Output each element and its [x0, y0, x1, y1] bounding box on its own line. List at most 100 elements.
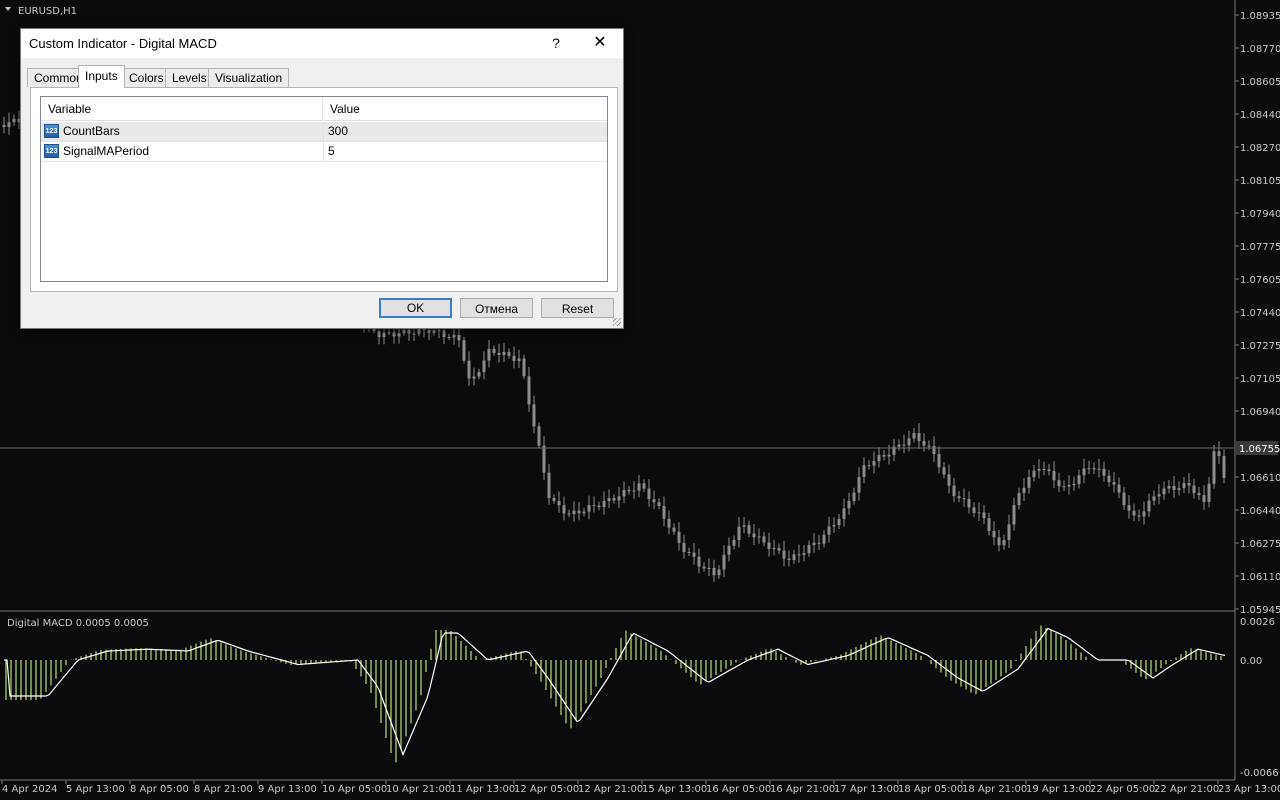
macd-axis: 0.0026 0.00 -0.0066 — [1240, 617, 1279, 779]
candle-body — [712, 568, 716, 576]
candle-body — [572, 510, 576, 515]
time-tick-label: 22 Apr 21:00 — [1154, 784, 1219, 795]
time-tick-label: 22 Apr 05:00 — [1090, 784, 1155, 795]
input-row-signalmaperiod[interactable]: 123 SignalMAPeriod 5 — [41, 142, 607, 162]
dialog-titlebar[interactable]: Custom Indicator - Digital MACD ? ✕ — [21, 29, 623, 58]
reset-button[interactable]: Reset — [541, 298, 614, 318]
candle-body — [912, 432, 916, 439]
price-tick-label: 1.07775 — [1240, 242, 1280, 253]
price-tick-label: 1.08270 — [1240, 143, 1280, 154]
candle-body — [467, 360, 471, 379]
numeric-123-icon: 123 — [44, 144, 59, 158]
candle-body — [487, 348, 491, 361]
input-value[interactable]: 300 — [324, 122, 348, 141]
cancel-button[interactable]: Отмена — [460, 298, 533, 318]
candle-body — [662, 505, 666, 519]
candle-body — [552, 497, 556, 501]
candle-body — [1047, 469, 1051, 472]
dialog-title: Custom Indicator - Digital MACD — [29, 36, 217, 51]
candle-body — [952, 485, 956, 497]
close-button[interactable]: ✕ — [587, 32, 613, 54]
tab-colors[interactable]: Colors — [122, 68, 171, 87]
candle-body — [732, 539, 736, 546]
column-header-value[interactable]: Value — [324, 97, 607, 121]
input-row-countbars[interactable]: 123 CountBars 300 — [41, 122, 607, 142]
candle-body — [612, 498, 616, 501]
candle-body — [1002, 540, 1006, 546]
tab-levels[interactable]: Levels — [165, 68, 214, 87]
candle-body — [927, 445, 931, 447]
column-header-variable[interactable]: Variable — [41, 97, 323, 121]
price-tick-label: 1.07940 — [1240, 209, 1280, 220]
candle-body — [677, 531, 681, 543]
price-tick-label: 1.07105 — [1240, 374, 1280, 385]
candle-body — [1012, 505, 1016, 525]
candle-body — [902, 444, 906, 446]
candle-body — [1157, 494, 1161, 497]
price-tick-label: 1.08770 — [1240, 44, 1280, 55]
candle-body — [2, 125, 6, 127]
candle-body — [747, 525, 751, 534]
time-tick-label: 8 Apr 21:00 — [194, 784, 253, 795]
candle-body — [882, 455, 886, 457]
candle-body — [1017, 493, 1021, 506]
candle-body — [522, 358, 526, 377]
candle-body — [1032, 470, 1036, 478]
price-tick-label: 1.06940 — [1240, 407, 1280, 418]
candle-body — [1192, 485, 1196, 494]
candle-body — [847, 500, 851, 509]
candle-body — [557, 500, 561, 506]
candle-body — [672, 527, 676, 532]
macd-histogram — [5, 625, 1222, 763]
candle-body — [427, 330, 431, 334]
time-tick-label: 23 Apr 13:00 — [1218, 784, 1280, 795]
tab-visualization[interactable]: Visualization — [208, 68, 290, 87]
candle-body — [812, 542, 816, 546]
candle-body — [582, 511, 586, 514]
input-value[interactable]: 5 — [324, 142, 335, 161]
candle-body — [412, 333, 416, 335]
candle-body — [627, 490, 631, 492]
candle-body — [607, 498, 611, 502]
price-tick-label: 1.07440 — [1240, 308, 1280, 319]
candle-body — [742, 525, 746, 527]
candle-body — [707, 568, 711, 570]
price-tick-label: 1.06610 — [1240, 473, 1280, 484]
candle-body — [1167, 485, 1171, 489]
time-tick-label: 8 Apr 05:00 — [130, 784, 189, 795]
candle-body — [937, 454, 941, 468]
help-button[interactable]: ? — [545, 32, 567, 54]
candle-body — [1122, 492, 1126, 506]
candle-body — [617, 496, 621, 501]
candle-body — [1102, 468, 1106, 476]
time-tick-label: 9 Apr 13:00 — [258, 784, 317, 795]
candle-body — [1202, 495, 1206, 502]
candle-body — [657, 502, 661, 506]
candle-body — [717, 569, 721, 576]
candle-body — [392, 332, 396, 337]
candle-body — [1217, 451, 1221, 457]
candle-body — [762, 536, 766, 543]
tab-inputs[interactable]: Inputs — [78, 65, 125, 88]
candle-body — [602, 501, 606, 508]
time-tick-label: 19 Apr 13:00 — [1026, 784, 1091, 795]
candle-body — [442, 330, 446, 338]
candle-body — [592, 505, 596, 507]
time-axis: 4 Apr 2024 5 Apr 13:00 8 Apr 05:00 8 Apr 21… — [1, 780, 1280, 795]
candle-body — [992, 530, 996, 538]
time-tick-label: 15 Apr 13:00 — [642, 784, 707, 795]
candle-body — [632, 490, 636, 492]
time-tick-label: 10 Apr 05:00 — [322, 784, 387, 795]
candle-body — [477, 372, 481, 377]
candle-body — [802, 553, 806, 555]
candle-body — [862, 465, 866, 477]
candle-body — [877, 455, 881, 462]
ok-button[interactable]: OK — [379, 298, 452, 318]
candle-body — [397, 333, 401, 337]
price-tick-label: 1.08105 — [1240, 176, 1280, 187]
time-tick-label: 5 Apr 13:00 — [66, 784, 125, 795]
candle-body — [1082, 468, 1086, 476]
candle-body — [1222, 456, 1226, 478]
resize-grip-icon[interactable] — [613, 318, 621, 326]
candle-body — [1147, 500, 1151, 512]
